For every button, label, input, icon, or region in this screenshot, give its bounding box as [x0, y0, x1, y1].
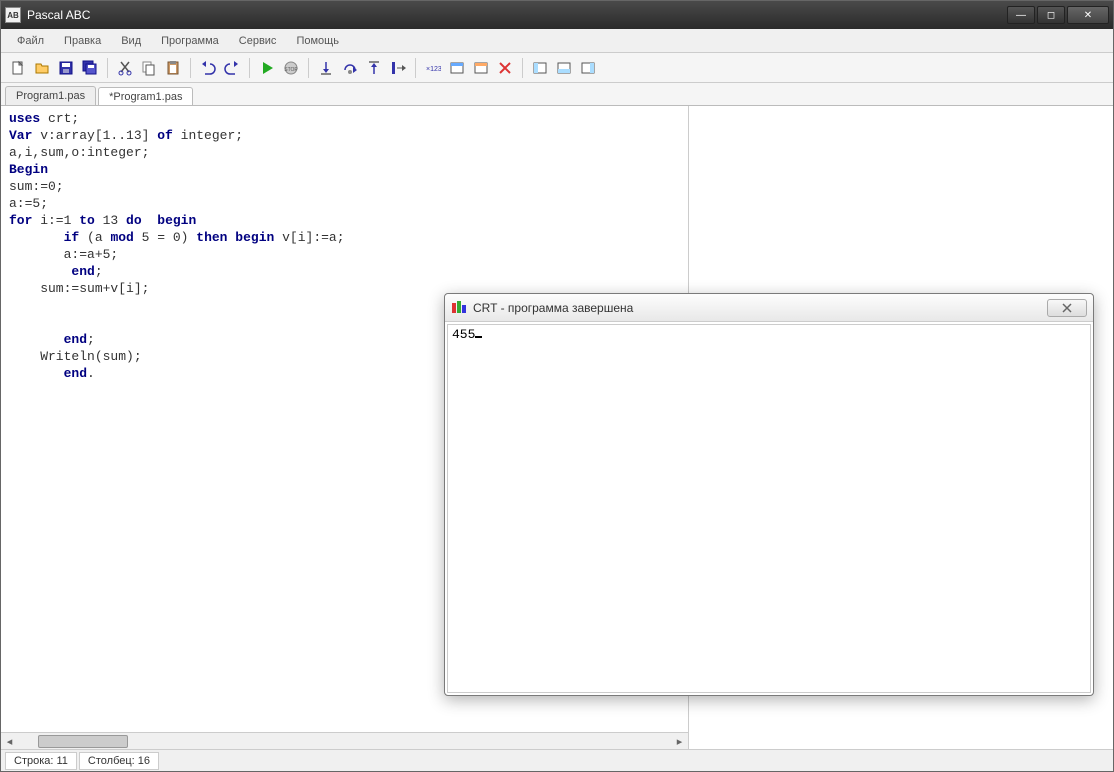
paste-icon[interactable]	[162, 57, 184, 79]
minimize-button[interactable]: —	[1007, 6, 1035, 24]
menu-вид[interactable]: Вид	[113, 32, 149, 50]
save-all-icon[interactable]	[79, 57, 101, 79]
tab-Program1pas[interactable]: Program1.pas	[5, 86, 96, 105]
toolbar-separator	[308, 58, 309, 78]
menubar: ФайлПравкаВидПрограммаСервисПомощь	[1, 29, 1113, 53]
toolbar-separator	[415, 58, 416, 78]
crt-app-icon	[451, 300, 467, 316]
step-out-icon[interactable]	[363, 57, 385, 79]
horizontal-scrollbar[interactable]: ◂ ▸	[1, 732, 688, 749]
statusbar: Строка: 11 Столбец: 16	[1, 749, 1113, 771]
scroll-left-icon[interactable]: ◂	[1, 733, 18, 750]
window-controls: — ◻ ✕	[1007, 6, 1109, 24]
crt-output-window[interactable]: CRT - программа завершена 455	[444, 293, 1094, 696]
undo-icon[interactable]	[197, 57, 219, 79]
scroll-thumb[interactable]	[38, 735, 128, 748]
titlebar[interactable]: AB Pascal ABC — ◻ ✕	[1, 1, 1113, 29]
cut-icon[interactable]	[114, 57, 136, 79]
close-button[interactable]: ✕	[1067, 6, 1109, 24]
run-icon[interactable]	[256, 57, 278, 79]
crt-output[interactable]: 455	[447, 324, 1091, 693]
stop-icon[interactable]: STOP	[280, 57, 302, 79]
close-icon	[1061, 303, 1073, 313]
scroll-right-icon[interactable]: ▸	[671, 733, 688, 750]
crt-titlebar[interactable]: CRT - программа завершена	[445, 294, 1093, 322]
tab-Program1pas[interactable]: *Program1.pas	[98, 87, 193, 106]
run-to-cursor-icon[interactable]	[387, 57, 409, 79]
menu-правка[interactable]: Правка	[56, 32, 109, 50]
toolbar-separator	[190, 58, 191, 78]
breakpoint-icon[interactable]: ×123	[422, 57, 444, 79]
window2-icon[interactable]	[470, 57, 492, 79]
menu-помощь[interactable]: Помощь	[288, 32, 347, 50]
maximize-button[interactable]: ◻	[1037, 6, 1065, 24]
crt-output-text: 455	[452, 327, 475, 342]
svg-text:×123: ×123	[426, 66, 441, 73]
new-file-icon[interactable]	[7, 57, 29, 79]
svg-text:STOP: STOP	[284, 67, 298, 73]
status-line: Строка: 11	[5, 752, 77, 770]
step-over-icon[interactable]	[339, 57, 361, 79]
window1-icon[interactable]	[446, 57, 468, 79]
tab-strip: Program1.pas*Program1.pas	[1, 83, 1113, 105]
toolbar: STOP ×123	[1, 53, 1113, 83]
save-icon[interactable]	[55, 57, 77, 79]
crt-close-button[interactable]	[1047, 299, 1087, 317]
step-into-icon[interactable]	[315, 57, 337, 79]
open-file-icon[interactable]	[31, 57, 53, 79]
copy-icon[interactable]	[138, 57, 160, 79]
redo-icon[interactable]	[221, 57, 243, 79]
crt-title: CRT - программа завершена	[473, 301, 1047, 315]
panel2-icon[interactable]	[553, 57, 575, 79]
status-column: Столбец: 16	[79, 752, 159, 770]
app-icon: AB	[5, 7, 21, 23]
crt-cursor	[475, 336, 482, 338]
panel1-icon[interactable]	[529, 57, 551, 79]
toolbar-separator	[249, 58, 250, 78]
toolbar-separator	[107, 58, 108, 78]
close-window-icon[interactable]	[494, 57, 516, 79]
toolbar-separator	[522, 58, 523, 78]
menu-файл[interactable]: Файл	[9, 32, 52, 50]
menu-сервис[interactable]: Сервис	[231, 32, 285, 50]
menu-программа[interactable]: Программа	[153, 32, 227, 50]
panel3-icon[interactable]	[577, 57, 599, 79]
app-title: Pascal ABC	[27, 8, 1007, 22]
